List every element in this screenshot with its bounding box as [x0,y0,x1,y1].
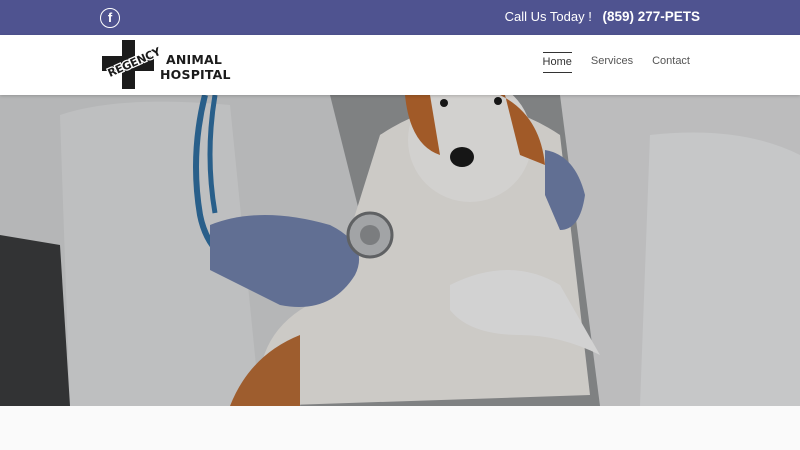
content-area [0,406,800,450]
logo-animal-text: ANIMAL [166,52,223,67]
facebook-icon[interactable]: f [100,8,120,28]
phone-number-link[interactable]: (859) 277-PETS [602,9,700,24]
top-bar: f Call Us Today ! (859) 277-PETS [0,0,800,35]
call-us-label: Call Us Today ! [504,9,592,24]
hero-illustration [0,95,800,406]
nav-item-services[interactable]: Services [591,52,633,73]
site-header: REGENCY ANIMAL HOSPITAL Home Services Co… [0,35,800,95]
hero-image [0,95,800,406]
main-nav: Home Services Contact [542,52,690,73]
logo-hospital-text: HOSPITAL [160,67,231,82]
call-us-banner: Call Us Today ! (859) 277-PETS [505,9,700,24]
nav-item-contact[interactable]: Contact [652,52,690,73]
site-logo[interactable]: REGENCY ANIMAL HOSPITAL [102,40,232,90]
nav-item-home[interactable]: Home [542,52,572,73]
